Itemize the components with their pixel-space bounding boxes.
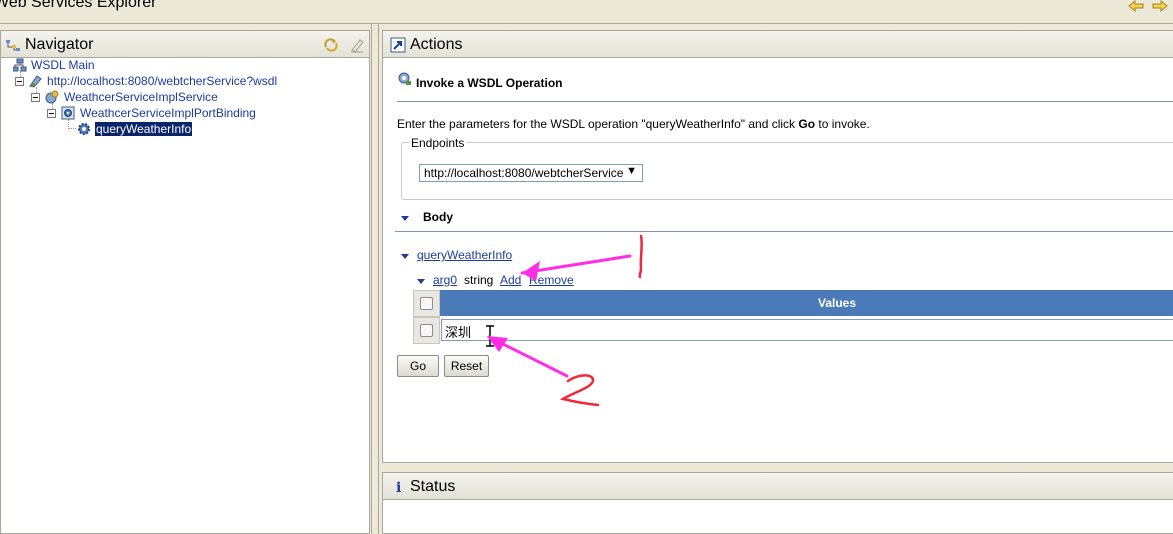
value-input[interactable]: 深圳 bbox=[441, 319, 1173, 341]
body-divider bbox=[395, 231, 1173, 232]
tree-item-wsdl-main[interactable]: WSDL Main bbox=[12, 58, 213, 73]
title-bar: Web Services Explorer bbox=[0, 0, 1173, 24]
section-divider bbox=[397, 101, 1173, 102]
tree-item-operation[interactable]: queryWeatherInfo bbox=[77, 122, 277, 137]
reset-button[interactable]: Reset bbox=[444, 355, 489, 377]
status-panel: i Status bbox=[382, 472, 1173, 534]
collapse-toggle-icon[interactable] bbox=[15, 77, 24, 86]
endpoint-select[interactable]: http://localhost:8080/webtcherService ▼ bbox=[419, 164, 643, 182]
horizontal-splitter[interactable] bbox=[379, 463, 1173, 472]
select-all-checkbox[interactable] bbox=[420, 297, 433, 310]
refresh-icon[interactable] bbox=[323, 37, 339, 53]
app-title: Web Services Explorer bbox=[0, 0, 157, 11]
navigator-title: Navigator bbox=[25, 36, 94, 53]
actions-icon bbox=[390, 37, 406, 53]
navigator-icon bbox=[5, 37, 21, 53]
tree-label: WeathcerServiceImplService bbox=[64, 90, 218, 104]
svg-text:i: i bbox=[396, 480, 401, 495]
text-cursor-icon bbox=[484, 325, 496, 347]
actions-title: Actions bbox=[410, 36, 463, 53]
navigator-header: Navigator bbox=[1, 31, 369, 58]
tree-label-selected: queryWeatherInfo bbox=[95, 122, 193, 136]
invoke-operation-icon bbox=[398, 72, 412, 86]
row-check-cell bbox=[413, 317, 440, 344]
tree-item-wsdl-file[interactable]: http://localhost:8080/webtcherService?ws… bbox=[15, 74, 315, 89]
navigator-panel: Navigator WSDL Main http://localhost:808… bbox=[0, 30, 370, 534]
tree-label: WeathcerServiceImplPortBinding bbox=[80, 106, 256, 120]
tree-label: http://localhost:8080/webtcherService?ws… bbox=[47, 74, 278, 88]
row-checkbox[interactable] bbox=[420, 324, 433, 337]
header-check-cell bbox=[413, 290, 440, 317]
go-button[interactable]: Go bbox=[397, 355, 439, 377]
binding-icon bbox=[61, 106, 75, 120]
arg-name-link[interactable]: arg0 bbox=[433, 273, 457, 287]
operation-gear-icon bbox=[77, 122, 91, 136]
actions-header: Actions bbox=[383, 31, 1173, 58]
info-icon: i bbox=[393, 479, 405, 496]
tree-item-binding[interactable]: WeathcerServiceImplPortBinding bbox=[47, 106, 347, 121]
forward-arrow-icon[interactable] bbox=[1152, 0, 1168, 12]
dropdown-caret-icon: ▼ bbox=[626, 165, 637, 177]
add-link[interactable]: Add bbox=[500, 273, 521, 287]
collapse-triangle-icon[interactable] bbox=[417, 279, 425, 284]
body-label: Body bbox=[423, 210, 453, 224]
vertical-splitter[interactable] bbox=[371, 24, 379, 534]
actions-panel: Actions bbox=[382, 30, 1173, 463]
endpoint-selected-value: http://localhost:8080/webtcherService bbox=[424, 166, 624, 180]
wsdl-file-icon bbox=[29, 74, 43, 88]
arg-type: string bbox=[464, 273, 494, 287]
clear-icon[interactable] bbox=[349, 37, 365, 53]
instructions-text: Enter the parameters for the WSDL operat… bbox=[397, 117, 870, 131]
remove-link[interactable]: Remove bbox=[529, 273, 574, 287]
tree-label: WSDL Main bbox=[31, 58, 95, 72]
collapse-toggle-icon[interactable] bbox=[31, 93, 40, 102]
collapse-triangle-icon[interactable] bbox=[401, 254, 409, 259]
section-title: Invoke a WSDL Operation bbox=[416, 76, 563, 90]
operation-link[interactable]: queryWeatherInfo bbox=[417, 248, 512, 262]
service-icon bbox=[45, 90, 59, 104]
collapse-triangle-icon[interactable] bbox=[401, 216, 409, 221]
endpoints-legend: Endpoints bbox=[409, 136, 467, 150]
wsdl-main-icon bbox=[12, 58, 27, 72]
back-arrow-icon[interactable] bbox=[1128, 0, 1144, 12]
values-header: Values bbox=[440, 290, 1173, 316]
values-header-label: Values bbox=[818, 296, 857, 310]
status-title: Status bbox=[410, 478, 456, 495]
status-header: i Status bbox=[383, 473, 1173, 500]
tree-item-service[interactable]: WeathcerServiceImplService bbox=[31, 90, 331, 105]
collapse-toggle-icon[interactable] bbox=[47, 109, 56, 118]
